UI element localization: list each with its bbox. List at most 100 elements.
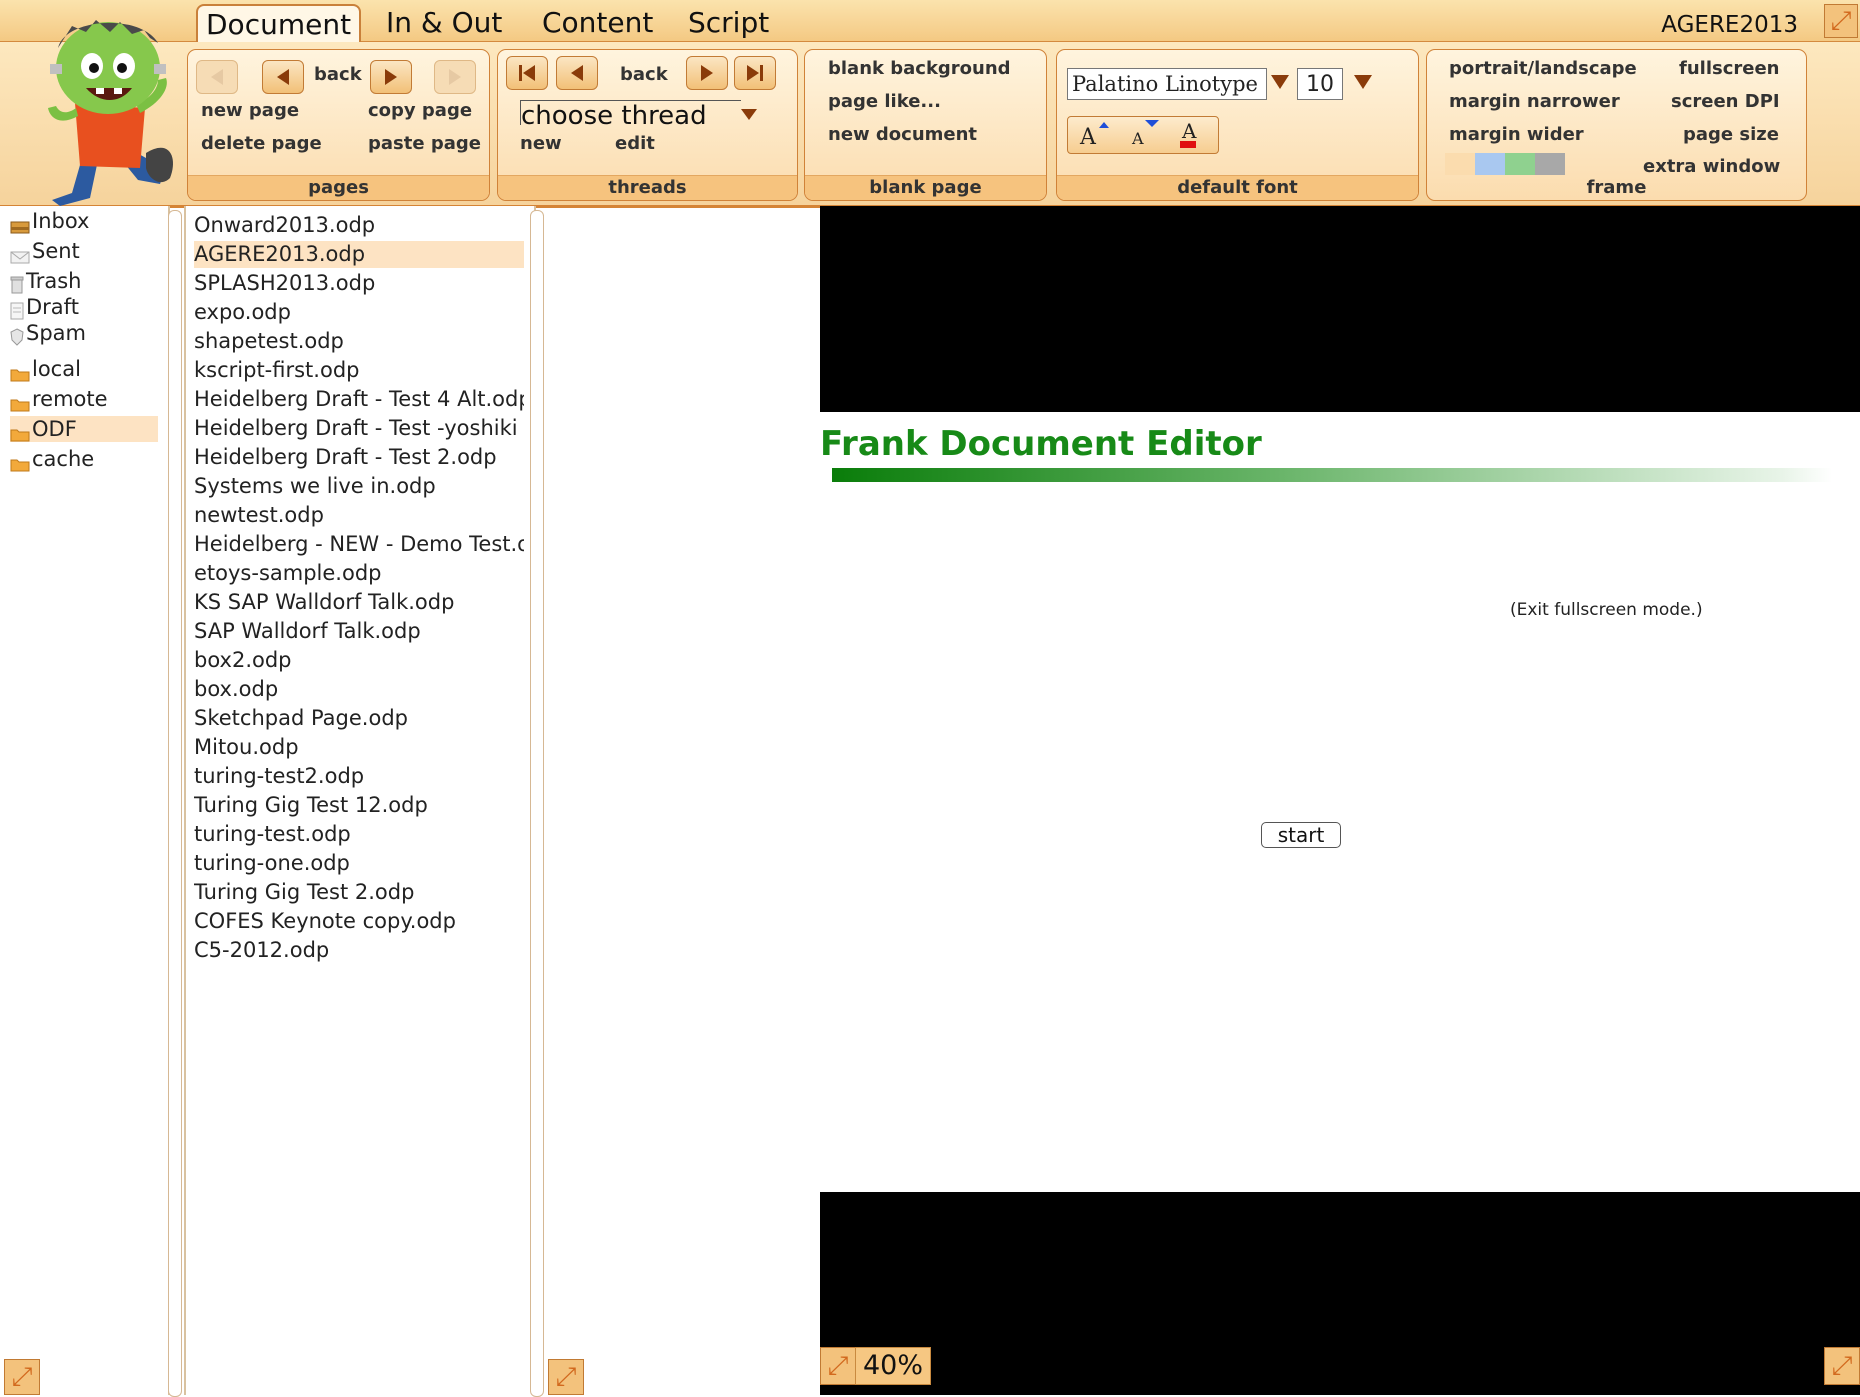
copy-page-button[interactable]: copy page (368, 100, 472, 121)
exit-fullscreen-text[interactable]: (Exit fullscreen mode.) (1510, 600, 1703, 620)
file-list-item[interactable]: Onward2013.odp (194, 212, 524, 239)
blank-background-button[interactable]: blank background (828, 58, 1011, 79)
increase-font-button[interactable]: A (1072, 119, 1116, 151)
screen-dpi-button[interactable]: screen DPI (1671, 91, 1780, 112)
preview-resize-icon[interactable]: ⤢ (820, 1347, 856, 1385)
start-button[interactable]: start (1261, 822, 1341, 848)
threads-group-title: threads (498, 175, 797, 200)
inbox-icon (10, 214, 30, 233)
frame-group: portrait/landscape fullscreen margin nar… (1426, 49, 1807, 201)
first-thread-button[interactable] (506, 56, 548, 90)
new-document-button[interactable]: new document (828, 124, 977, 145)
file-list-item[interactable]: AGERE2013.odp (194, 241, 524, 268)
first-page-button[interactable] (196, 60, 238, 94)
file-list-item[interactable]: KS SAP Walldorf Talk.odp (194, 589, 524, 616)
tab-script[interactable]: Script (680, 4, 777, 40)
folder-draft[interactable]: Draft (10, 294, 158, 320)
folder-trash[interactable]: Trash (10, 268, 158, 294)
file-list-item[interactable]: SPLASH2013.odp (194, 270, 524, 297)
slide-title: Frank Document Editor (820, 424, 1262, 464)
decrease-font-button[interactable]: A (1122, 119, 1166, 151)
file-list-item[interactable]: box.odp (194, 676, 524, 703)
threads-back-label[interactable]: back (620, 64, 668, 85)
chevron-down-icon[interactable] (1353, 74, 1373, 90)
file-list-item[interactable]: Heidelberg - NEW - Demo Test.odp (194, 531, 524, 558)
swatch-gray[interactable] (1535, 153, 1565, 175)
zoom-level[interactable]: 40% (855, 1347, 931, 1385)
margin-wider-button[interactable]: margin wider (1449, 124, 1584, 145)
file-list-item[interactable]: shapetest.odp (194, 328, 524, 355)
folder-remote[interactable]: remote (10, 386, 158, 412)
file-list-item[interactable]: newtest.odp (194, 502, 524, 529)
swatch-beige[interactable] (1445, 153, 1475, 175)
next-thread-button[interactable] (686, 56, 728, 90)
tab-in-out[interactable]: In & Out (378, 4, 510, 40)
file-scrollbar[interactable] (530, 210, 544, 1397)
file-list-item[interactable]: kscript-first.odp (194, 357, 524, 384)
pages-back-label[interactable]: back (314, 64, 362, 85)
folder-cache[interactable]: cache (10, 446, 158, 472)
file-list-item[interactable]: Turing Gig Test 2.odp (194, 879, 524, 906)
folder-spam[interactable]: Spam (10, 320, 158, 346)
file-list-item[interactable]: expo.odp (194, 299, 524, 326)
choose-thread-select[interactable]: choose thread (520, 100, 741, 125)
folder-panel-resize-icon[interactable]: ⤢ (4, 1359, 40, 1395)
folder-local[interactable]: local (10, 356, 158, 382)
new-page-button[interactable]: new page (201, 100, 299, 121)
decrease-font-glyph: A (1132, 129, 1144, 148)
file-list-item[interactable]: Heidelberg Draft - Test 4 Alt.odp (194, 386, 524, 413)
swatch-blue[interactable] (1475, 153, 1505, 175)
file-list-item[interactable]: C5-2012.odp (194, 937, 524, 964)
folder-odf[interactable]: ODF (10, 416, 158, 442)
file-panel-resize-icon[interactable]: ⤢ (548, 1359, 584, 1395)
new-thread-button[interactable]: new (520, 133, 562, 154)
font-name-field[interactable]: Palatino Linotype (1067, 68, 1267, 100)
slide-preview[interactable]: Frank Document Editor (Exit fullscreen m… (820, 206, 1860, 1395)
resize-icon[interactable]: ⤢ (1824, 4, 1858, 38)
tab-document[interactable]: Document (196, 4, 362, 42)
file-list-item[interactable]: Mitou.odp (194, 734, 524, 761)
tab-content[interactable]: Content (534, 4, 661, 40)
file-list-item[interactable]: Sketchpad Page.odp (194, 705, 524, 732)
file-list-item[interactable]: etoys-sample.odp (194, 560, 524, 587)
font-color-button[interactable]: A (1174, 119, 1214, 151)
last-thread-button[interactable] (734, 56, 776, 90)
folder-inbox[interactable]: Inbox (10, 208, 158, 234)
folder-icon (10, 392, 30, 411)
page-like-button[interactable]: page like... (828, 91, 941, 112)
next-page-button[interactable] (370, 60, 412, 94)
file-list-item[interactable]: Heidelberg Draft - Test -yoshiki (194, 415, 524, 442)
prev-page-button[interactable] (262, 60, 304, 94)
file-list-item[interactable]: box2.odp (194, 647, 524, 674)
delete-page-button[interactable]: delete page (201, 133, 322, 154)
chevron-down-icon[interactable] (1270, 74, 1290, 90)
folder-sent[interactable]: Sent (10, 238, 158, 264)
preview-corner-resize-icon[interactable]: ⤢ (1824, 1347, 1860, 1385)
extra-window-button[interactable]: extra window (1643, 156, 1780, 177)
caret-up-icon (1099, 122, 1109, 128)
increase-font-glyph: A (1080, 125, 1096, 150)
file-list-item[interactable]: SAP Walldorf Talk.odp (194, 618, 524, 645)
file-list-item[interactable]: COFES Keynote copy.odp (194, 908, 524, 935)
last-page-button[interactable] (434, 60, 476, 94)
file-list-item[interactable]: Systems we live in.odp (194, 473, 524, 500)
file-list-item[interactable]: Heidelberg Draft - Test 2.odp (194, 444, 524, 471)
file-list-item[interactable]: turing-test.odp (194, 821, 524, 848)
folder-scrollbar[interactable] (168, 210, 182, 1397)
portrait-landscape-button[interactable]: portrait/landscape (1449, 58, 1637, 79)
file-list-item[interactable]: turing-one.odp (194, 850, 524, 877)
edit-thread-button[interactable]: edit (615, 133, 655, 154)
margin-narrower-button[interactable]: margin narrower (1449, 91, 1620, 112)
arrow-left-icon (277, 69, 289, 85)
page-size-button[interactable]: page size (1683, 124, 1779, 145)
file-list-item[interactable]: turing-test2.odp (194, 763, 524, 790)
swatch-green[interactable] (1505, 153, 1535, 175)
file-list-item[interactable]: Turing Gig Test 12.odp (194, 792, 524, 819)
tab-bar: Document In & Out Content Script AGERE20… (0, 0, 1860, 42)
font-size-field[interactable]: 10 (1297, 68, 1343, 100)
chevron-down-icon[interactable] (740, 108, 758, 122)
paste-page-button[interactable]: paste page (368, 133, 481, 154)
letterbox-bottom: ⤢ 40% ⤢ (820, 1192, 1860, 1395)
prev-thread-button[interactable] (556, 56, 598, 90)
fullscreen-button[interactable]: fullscreen (1679, 58, 1779, 79)
